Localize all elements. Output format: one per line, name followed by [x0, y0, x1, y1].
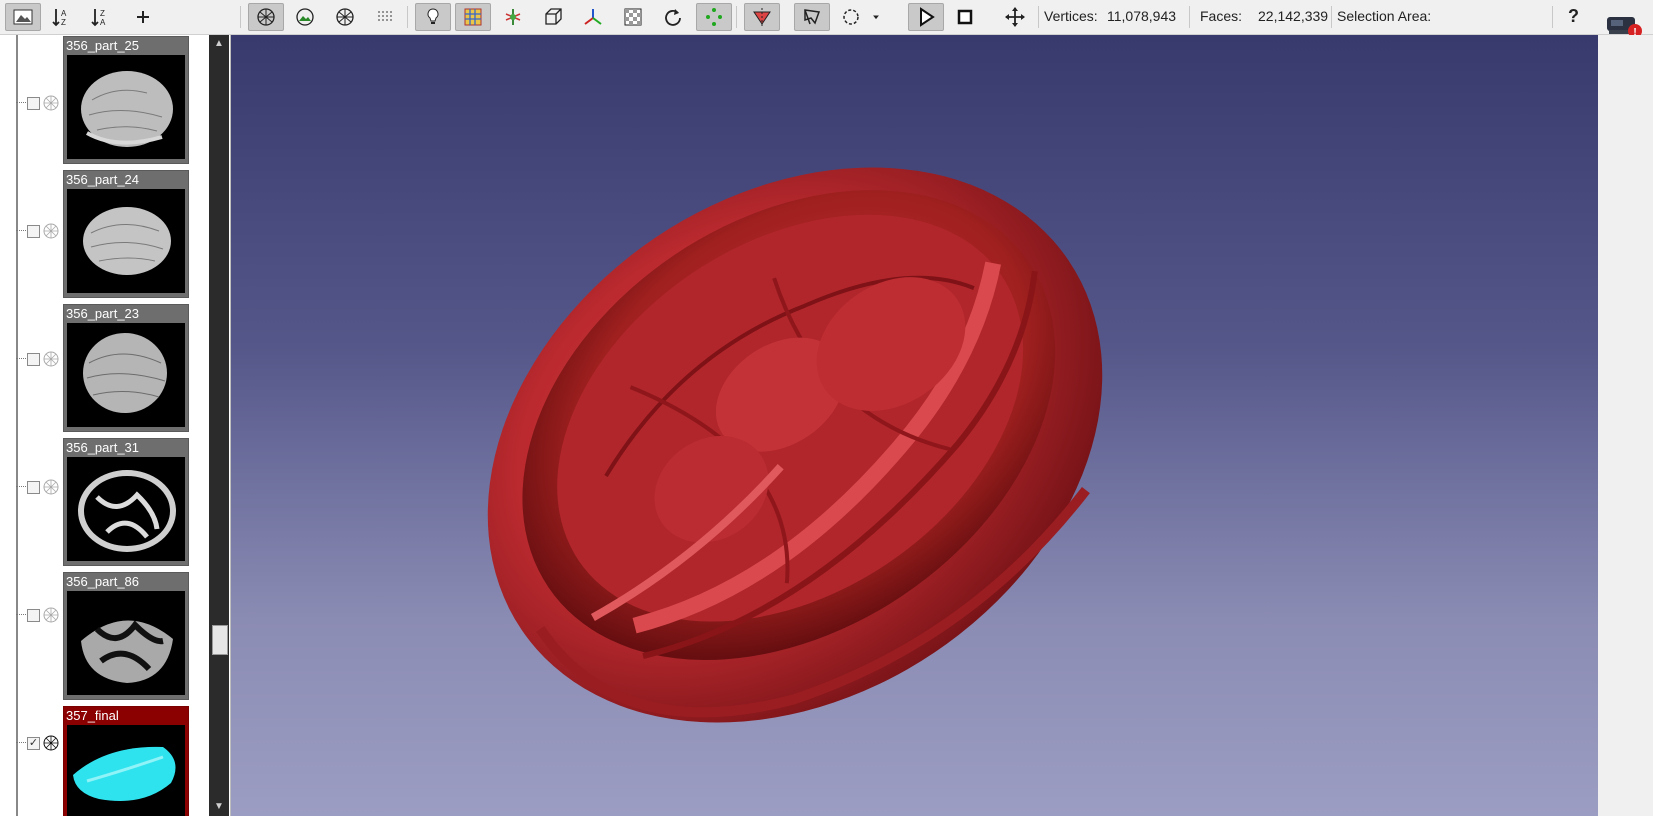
svg-text:A: A	[100, 18, 106, 27]
layer-card[interactable]: 356_part_86	[63, 572, 189, 700]
lasso-select-icon[interactable]	[834, 4, 868, 30]
layer-card[interactable]: 356_part_24	[63, 170, 189, 298]
layer-thumbnail	[67, 55, 185, 159]
face-selection-icon[interactable]	[744, 3, 780, 31]
scroll-up-arrow-icon[interactable]: ▲	[209, 35, 229, 53]
wireframe-sphere-icon[interactable]	[42, 478, 60, 496]
wireframe-sphere-icon[interactable]	[328, 4, 362, 30]
layer-thumbnail	[67, 323, 185, 427]
layer-name: 357_final	[66, 708, 119, 723]
stop-icon[interactable]	[948, 4, 982, 30]
layer-name: 356_part_23	[66, 306, 140, 321]
layer-card[interactable]: 356_part_23	[63, 304, 189, 432]
play-icon[interactable]	[908, 3, 944, 31]
layer-item[interactable]: 356_part_25	[0, 35, 210, 169]
wireframe-sphere-icon[interactable]	[42, 606, 60, 624]
layer-item[interactable]: 356_part_23	[0, 303, 210, 437]
layer-thumbnail	[67, 725, 185, 816]
layer-thumbnail	[67, 457, 185, 561]
layer-panel: 356_part_25 356_part_24 356_part_23 356_…	[0, 35, 231, 816]
layer-visibility-checkbox[interactable]	[27, 97, 40, 110]
layer-card[interactable]: 356_part_25	[63, 36, 189, 164]
layer-card[interactable]: 356_part_31	[63, 438, 189, 566]
right-panel	[1599, 35, 1653, 816]
layer-visibility-checkbox[interactable]	[27, 481, 40, 494]
axes-icon[interactable]	[576, 4, 610, 30]
layer-card-selected[interactable]: 357_final	[63, 706, 189, 816]
color-grid-icon[interactable]	[455, 3, 491, 31]
wireframe-sphere-icon[interactable]	[42, 734, 60, 752]
polygon-select-icon[interactable]	[794, 3, 830, 31]
light-icon[interactable]	[415, 3, 451, 31]
layer-dialog-icon[interactable]	[5, 3, 41, 31]
texture-icon[interactable]	[616, 4, 650, 30]
layer-thumbnail	[67, 591, 185, 695]
move-icon[interactable]	[998, 4, 1032, 30]
vertices-count: 11,078,943	[1107, 8, 1177, 24]
svg-text:Z: Z	[100, 9, 105, 18]
layer-name: 356_part_31	[66, 440, 140, 455]
layer-item[interactable]: 356_part_86	[0, 571, 210, 705]
scroll-down-arrow-icon[interactable]: ▼	[209, 798, 229, 816]
image-snapshot-icon[interactable]	[288, 4, 322, 30]
svg-text:Z: Z	[61, 18, 66, 27]
layer-visibility-checkbox[interactable]	[27, 225, 40, 238]
wireframe-sphere-icon[interactable]	[42, 350, 60, 368]
wireframe-sphere-icon[interactable]	[42, 222, 60, 240]
svg-text:A: A	[61, 9, 67, 18]
layer-name: 356_part_24	[66, 172, 140, 187]
sort-ascending-icon[interactable]: AZ	[45, 4, 79, 30]
layer-visibility-checkbox[interactable]: ✓	[27, 737, 40, 750]
layer-item[interactable]: ✓ 357_final	[0, 705, 210, 816]
layer-name: 356_part_86	[66, 574, 140, 589]
help-button[interactable]: ?	[1568, 6, 1579, 27]
layer-thumbnail	[67, 189, 185, 293]
faces-label: Faces:	[1200, 8, 1243, 24]
faces-count: 22,142,339	[1258, 8, 1329, 24]
scrollbar-thumb[interactable]	[212, 625, 228, 655]
main-toolbar: AZ ZA Vertices: 11,078,943 Faces: 22,142…	[0, 0, 1653, 38]
layer-scrollbar[interactable]: ▲ ▼	[209, 35, 229, 816]
layer-name: 356_part_25	[66, 38, 140, 53]
dropdown-icon[interactable]	[868, 4, 884, 30]
layer-visibility-checkbox[interactable]	[27, 609, 40, 622]
layer-item[interactable]: 356_part_31	[0, 437, 210, 571]
vertices-label: Vertices:	[1044, 8, 1098, 24]
transform-icon[interactable]	[496, 4, 530, 30]
add-icon[interactable]	[126, 4, 160, 30]
3d-viewport[interactable]	[231, 35, 1598, 816]
vertex-selection-icon[interactable]	[696, 3, 732, 31]
rotate-icon[interactable]	[656, 4, 690, 30]
wireframe-sphere-icon[interactable]	[248, 3, 284, 31]
wireframe-sphere-icon[interactable]	[42, 94, 60, 112]
sort-descending-icon[interactable]: ZA	[84, 4, 118, 30]
layer-visibility-checkbox[interactable]	[27, 353, 40, 366]
points-render-icon[interactable]	[368, 4, 402, 30]
bounding-box-icon[interactable]	[536, 4, 570, 30]
layer-item[interactable]: 356_part_24	[0, 169, 210, 303]
walnut-shell-mesh	[487, 167, 1103, 723]
selection-area-label: Selection Area:	[1337, 8, 1432, 24]
